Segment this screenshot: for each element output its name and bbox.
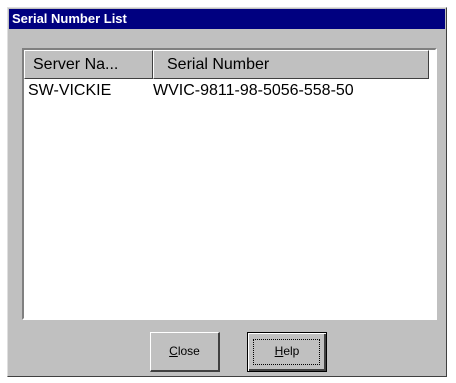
help-button-label: Help (274, 344, 300, 358)
serial-number-listview[interactable]: Server Na... Serial Number SW-VICKIE WVI… (22, 48, 437, 320)
serial-number-list-dialog: Serial Number List Server Na... Serial N… (7, 7, 447, 377)
dialog-title: Serial Number List (9, 9, 445, 29)
column-header-serial-number[interactable]: Serial Number (153, 50, 429, 79)
cell-serial-number: WVIC-9811-98-5056-558-50 (153, 82, 354, 99)
list-header: Server Na... Serial Number (24, 50, 429, 79)
cell-server-name: SW-VICKIE (28, 82, 112, 99)
help-button[interactable]: Help (247, 332, 327, 372)
close-button-label: Close (169, 344, 200, 358)
column-header-server-name[interactable]: Server Na... (24, 50, 153, 79)
close-button[interactable]: Close (150, 332, 220, 372)
list-row[interactable]: SW-VICKIE WVIC-9811-98-5056-558-50 (24, 80, 431, 102)
